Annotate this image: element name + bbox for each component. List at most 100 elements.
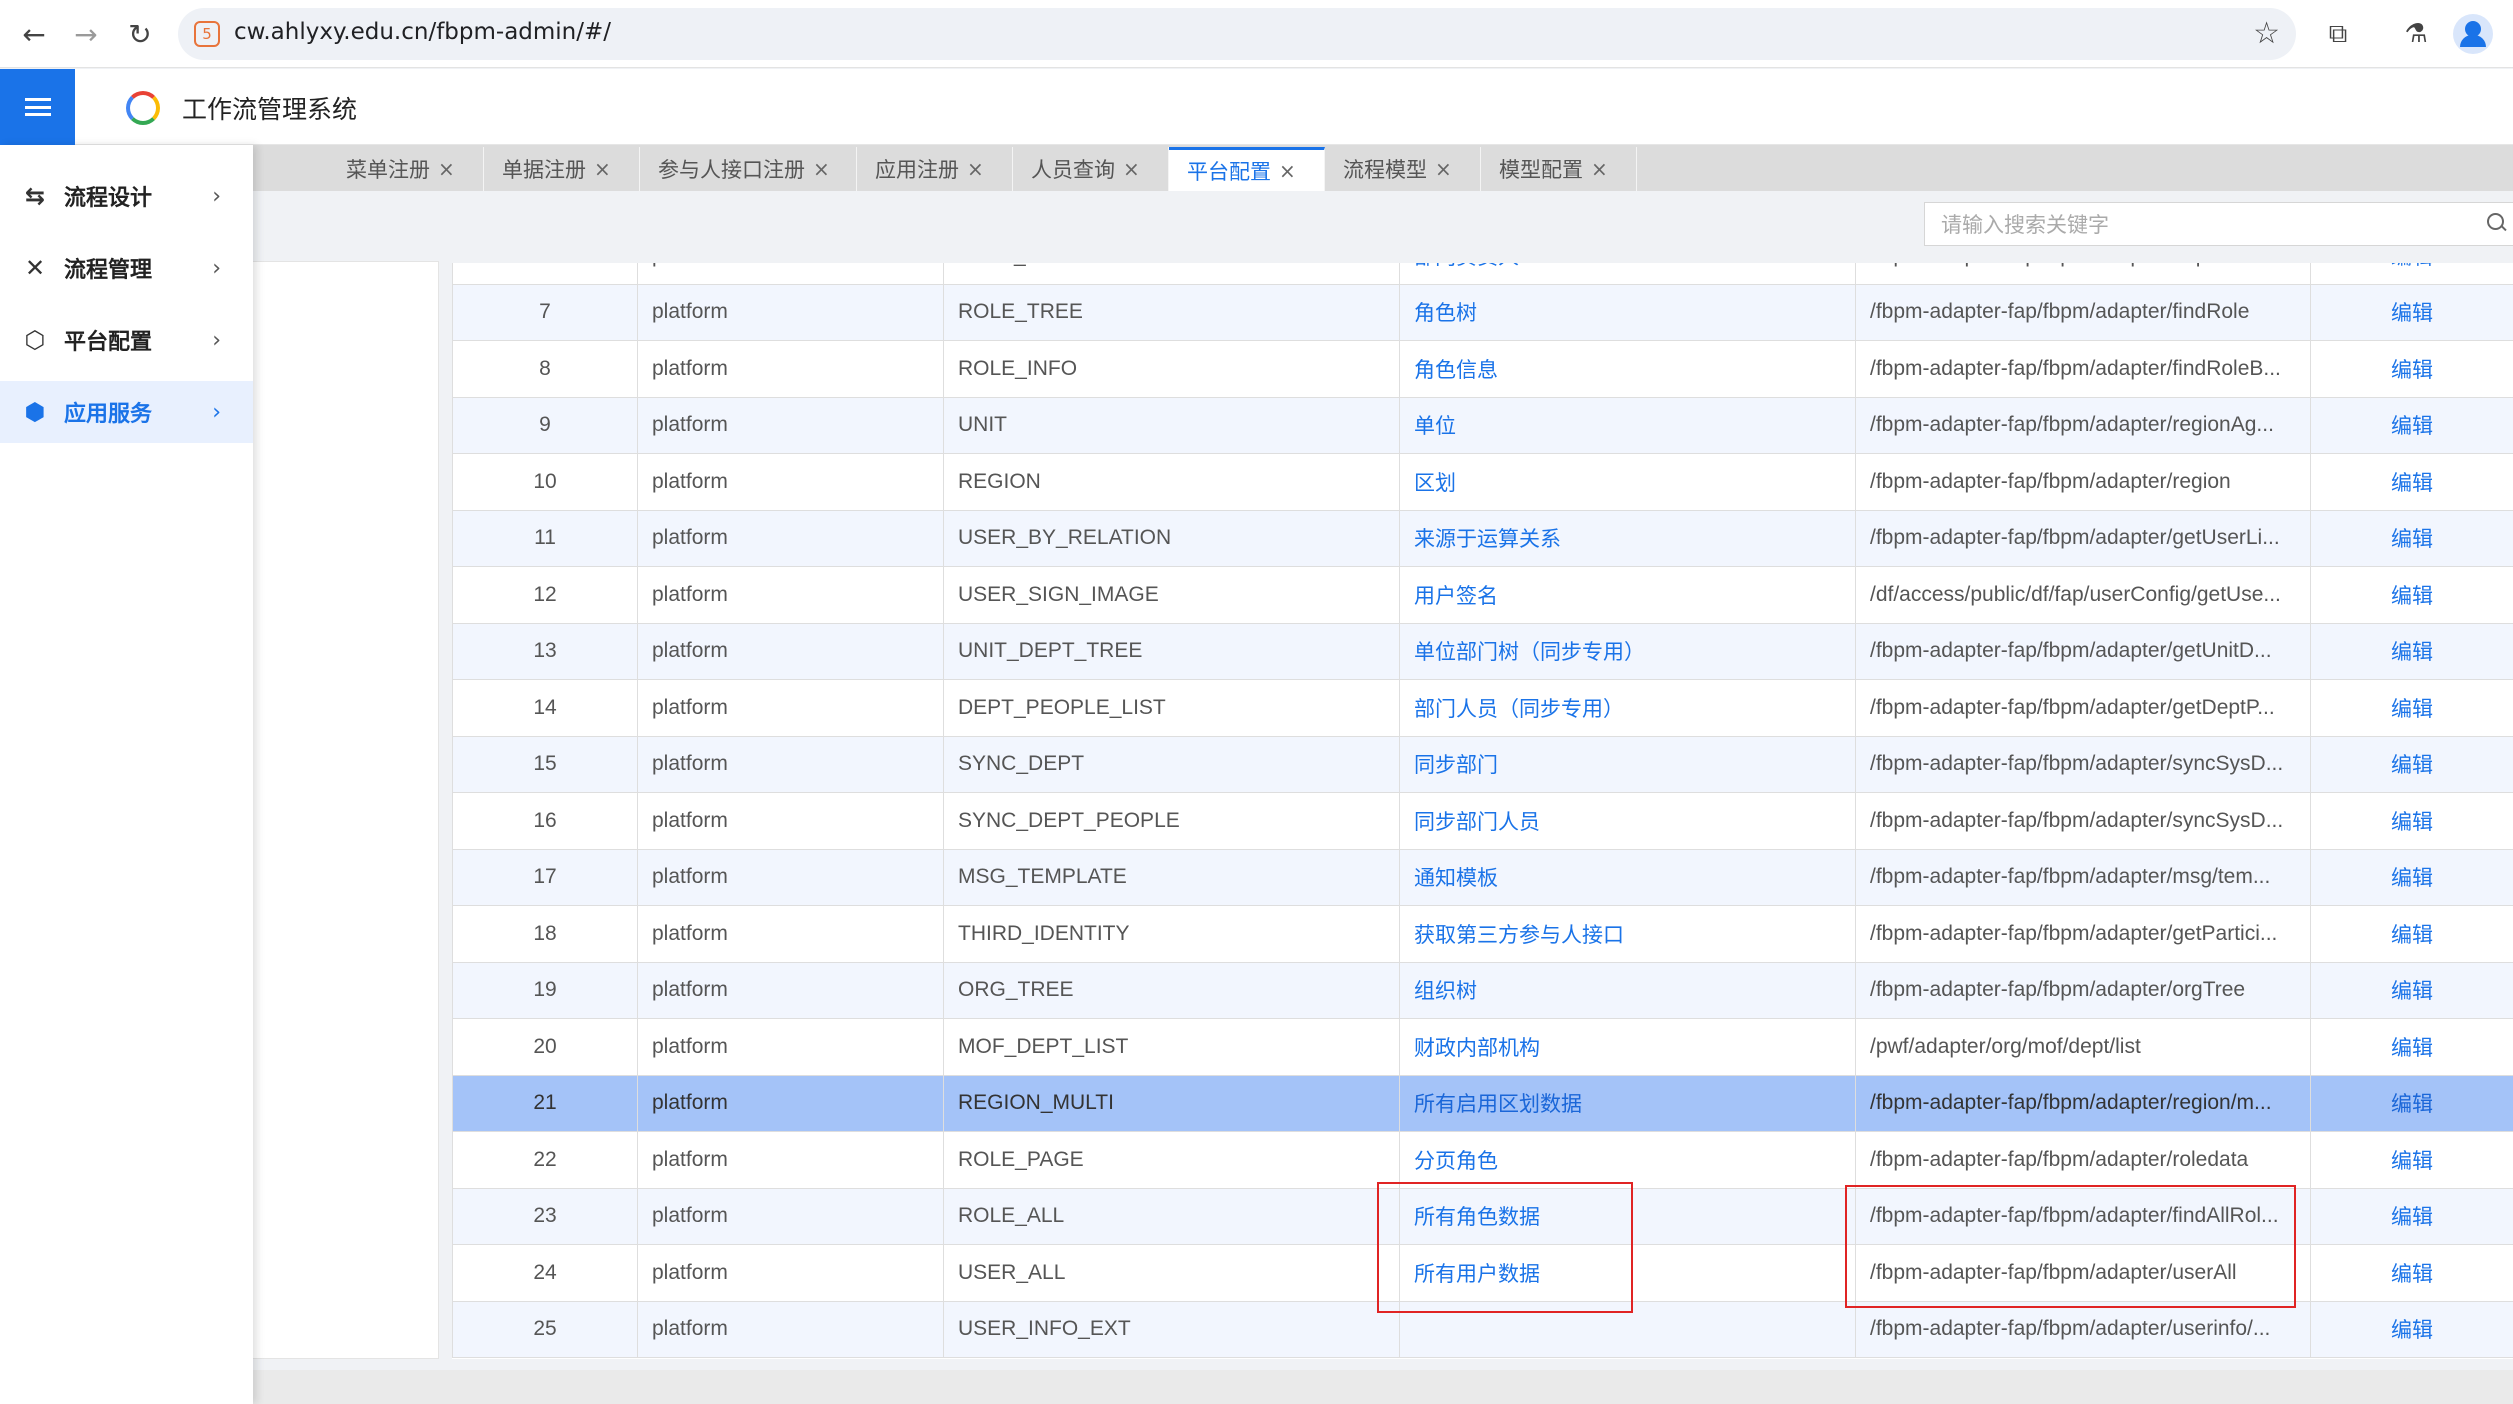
edit-link[interactable]: 编辑 [2310,283,2513,341]
menu-toggle-button[interactable] [0,69,75,145]
edit-link[interactable]: 编辑 [2310,1300,2513,1358]
edit-link[interactable]: 编辑 [2310,1018,2513,1076]
tab-model-config[interactable]: 模型配置 × [1481,147,1637,191]
sidebar-item-platform-config[interactable]: ⬡ 平台配置 › [0,309,253,371]
table-row[interactable]: 14 platform DEPT_PEOPLE_LIST 部门人员（同步专用）/fbp… [452,679,2513,737]
edit-link[interactable]: 编辑 [2310,961,2513,1019]
table-row[interactable]: 20 platform MOF_DEPT_LIST 财政内部机构/pwf/adapte… [452,1018,2513,1076]
edit-link[interactable]: 编辑 [2310,679,2513,737]
search-icon[interactable] [2487,213,2507,233]
tab-menu-register[interactable]: 菜单注册 × [328,147,484,191]
edit-link[interactable]: 编辑 [2310,792,2513,850]
tab-document-register[interactable]: 单据注册 × [484,147,640,191]
adapter-name-link[interactable]: 来源于运算关系 [1399,509,1856,567]
labs-flask-icon[interactable]: ⚗ [2396,14,2436,54]
bookmark-star-icon[interactable]: ☆ [2253,16,2280,51]
search-input[interactable] [1941,211,2441,239]
tab-participant-api-register[interactable]: 参与人接口注册 × [640,147,857,191]
edit-link[interactable]: 编辑 [2310,263,2513,285]
table-row[interactable]: 15 platform SYNC_DEPT 同步部门/fbpm-adapter-fap… [452,735,2513,793]
adapter-name-link[interactable]: 角色信息 [1399,340,1856,398]
adapter-code-cell: ROLE_TREE [943,283,1400,341]
close-icon[interactable]: × [1435,157,1452,181]
sidebar-item-label: 应用服务 [64,402,153,427]
table-row[interactable]: 18 platform THIRD_IDENTITY 获取第三方参与人接口/fbpm-… [452,905,2513,963]
table-row[interactable]: 7 platform ROLE_TREE 角色树/fbpm-adapter-fap/f… [452,283,2513,341]
sidebar-item-app-service[interactable]: ⬢ 应用服务 › [0,381,253,443]
app-code-cell: platform [637,263,944,285]
edit-link[interactable]: 编辑 [2310,453,2513,511]
adapter-name-link[interactable]: 财政内部机构 [1399,1018,1856,1076]
close-icon[interactable]: × [1123,157,1140,181]
app-code-cell: platform [637,283,944,341]
sidebar-item-process-design[interactable]: ⇆ 流程设计 › [0,165,253,227]
adapter-name-link[interactable]: 同步部门人员 [1399,792,1856,850]
tab-platform-config[interactable]: 平台配置 × [1169,147,1325,191]
tab-app-register[interactable]: 应用注册 × [857,147,1013,191]
tab-person-query[interactable]: 人员查询 × [1013,147,1169,191]
app-code-cell: platform [637,848,944,906]
row-index-cell: 7 [452,283,638,341]
address-bar[interactable]: 5 cw.ahlyxy.edu.cn/fbpm-admin/#/ ☆ [178,8,2296,60]
extensions-icon[interactable]: ⧉ [2318,14,2358,54]
edit-link[interactable]: 编辑 [2310,1187,2513,1245]
edit-link[interactable]: 编辑 [2310,509,2513,567]
table-row[interactable]: 21 platform REGION_MULTI 所有启用区划数据/fbpm-adap… [452,1074,2513,1132]
edit-link[interactable]: 编辑 [2310,566,2513,624]
edit-link[interactable]: 编辑 [2310,1074,2513,1132]
adapter-name-link[interactable]: 获取第三方参与人接口 [1399,905,1856,963]
table-row[interactable]: 17 platform MSG_TEMPLATE 通知模板/fbpm-adapter-… [452,848,2513,906]
adapter-code-cell: USER_BY_RELATION [943,509,1400,567]
adapter-name-link[interactable]: 单位部门树（同步专用） [1399,622,1856,680]
app-code-cell: platform [637,622,944,680]
adapter-name-link[interactable]: 分页角色 [1399,1131,1856,1189]
tab-label: 参与人接口注册 [658,158,805,182]
search-box[interactable] [1924,202,2513,246]
edit-link[interactable]: 编辑 [2310,905,2513,963]
close-icon[interactable]: × [1591,157,1608,181]
adapter-name-link[interactable]: 同步部门 [1399,735,1856,793]
adapter-name-link[interactable]: 部门负责人 [1399,263,1856,285]
table-row[interactable]: 22 platform ROLE_PAGE 分页角色/fbpm-adapter-fap… [452,1131,2513,1189]
table-row[interactable]: 16 platform SYNC_DEPT_PEOPLE 同步部门人员/fbpm-ad… [452,792,2513,850]
close-icon[interactable]: × [967,157,984,181]
edit-link[interactable]: 编辑 [2310,1244,2513,1302]
adapter-code-cell: UNIT [943,396,1400,454]
close-icon[interactable]: × [1279,159,1296,183]
sidebar-item-process-management[interactable]: ✕ 流程管理 › [0,237,253,299]
url-text[interactable]: cw.ahlyxy.edu.cn/fbpm-admin/#/ [234,19,611,45]
edit-link[interactable]: 编辑 [2310,735,2513,793]
adapter-name-link[interactable]: 所有启用区划数据 [1399,1074,1856,1132]
adapter-name-link[interactable]: 角色树 [1399,283,1856,341]
horizontal-scrollbar[interactable] [160,1370,2513,1404]
table-row[interactable]: 9 platform UNIT 单位/fbpm-adapter-fap/fbpm/ad… [452,396,2513,454]
table-row[interactable]: 19 platform ORG_TREE 组织树/fbpm-adapter-fap/f… [452,961,2513,1019]
adapter-name-link[interactable]: 区划 [1399,453,1856,511]
adapter-name-link[interactable]: 组织树 [1399,961,1856,1019]
edit-link[interactable]: 编辑 [2310,396,2513,454]
tab-process-model[interactable]: 流程模型 × [1325,147,1481,191]
table-row[interactable]: 11 platform USER_BY_RELATION 来源于运算关系/fbpm-a… [452,509,2513,567]
table-row[interactable]: 10 platform REGION 区划/fbpm-adapter-fap/fbpm… [452,453,2513,511]
adapter-url-cell: /fbpm-adapter-fap/fbpm/adapter/region [1855,453,2311,511]
adapter-name-link[interactable]: 单位 [1399,396,1856,454]
edit-link[interactable]: 编辑 [2310,848,2513,906]
edit-link[interactable]: 编辑 [2310,340,2513,398]
adapter-code-cell: ROLE_INFO [943,340,1400,398]
close-icon[interactable]: × [813,157,830,181]
back-icon[interactable]: ← [14,14,54,54]
profile-avatar-icon[interactable] [2453,14,2493,54]
edit-link[interactable]: 编辑 [2310,1131,2513,1189]
edit-link[interactable]: 编辑 [2310,622,2513,680]
adapter-name-link[interactable]: 通知模板 [1399,848,1856,906]
table-row[interactable]: 8 platform ROLE_INFO 角色信息/fbpm-adapter-fap/… [452,340,2513,398]
close-icon[interactable]: × [594,157,611,181]
adapter-name-link[interactable]: 用户签名 [1399,566,1856,624]
table-row[interactable]: 12 platform USER_SIGN_IMAGE 用户签名/df/access/… [452,566,2513,624]
table-row[interactable]: 13 platform UNIT_DEPT_TREE 单位部门树（同步专用）/fbpm… [452,622,2513,680]
table-row[interactable]: 6platformDEPT_LEADER部门负责人/fbpm-adapter-f… [452,263,2513,285]
reload-icon[interactable]: ↻ [120,14,160,54]
close-icon[interactable]: × [438,157,455,181]
adapter-name-link[interactable]: 部门人员（同步专用） [1399,679,1856,737]
forward-icon[interactable]: → [66,14,106,54]
